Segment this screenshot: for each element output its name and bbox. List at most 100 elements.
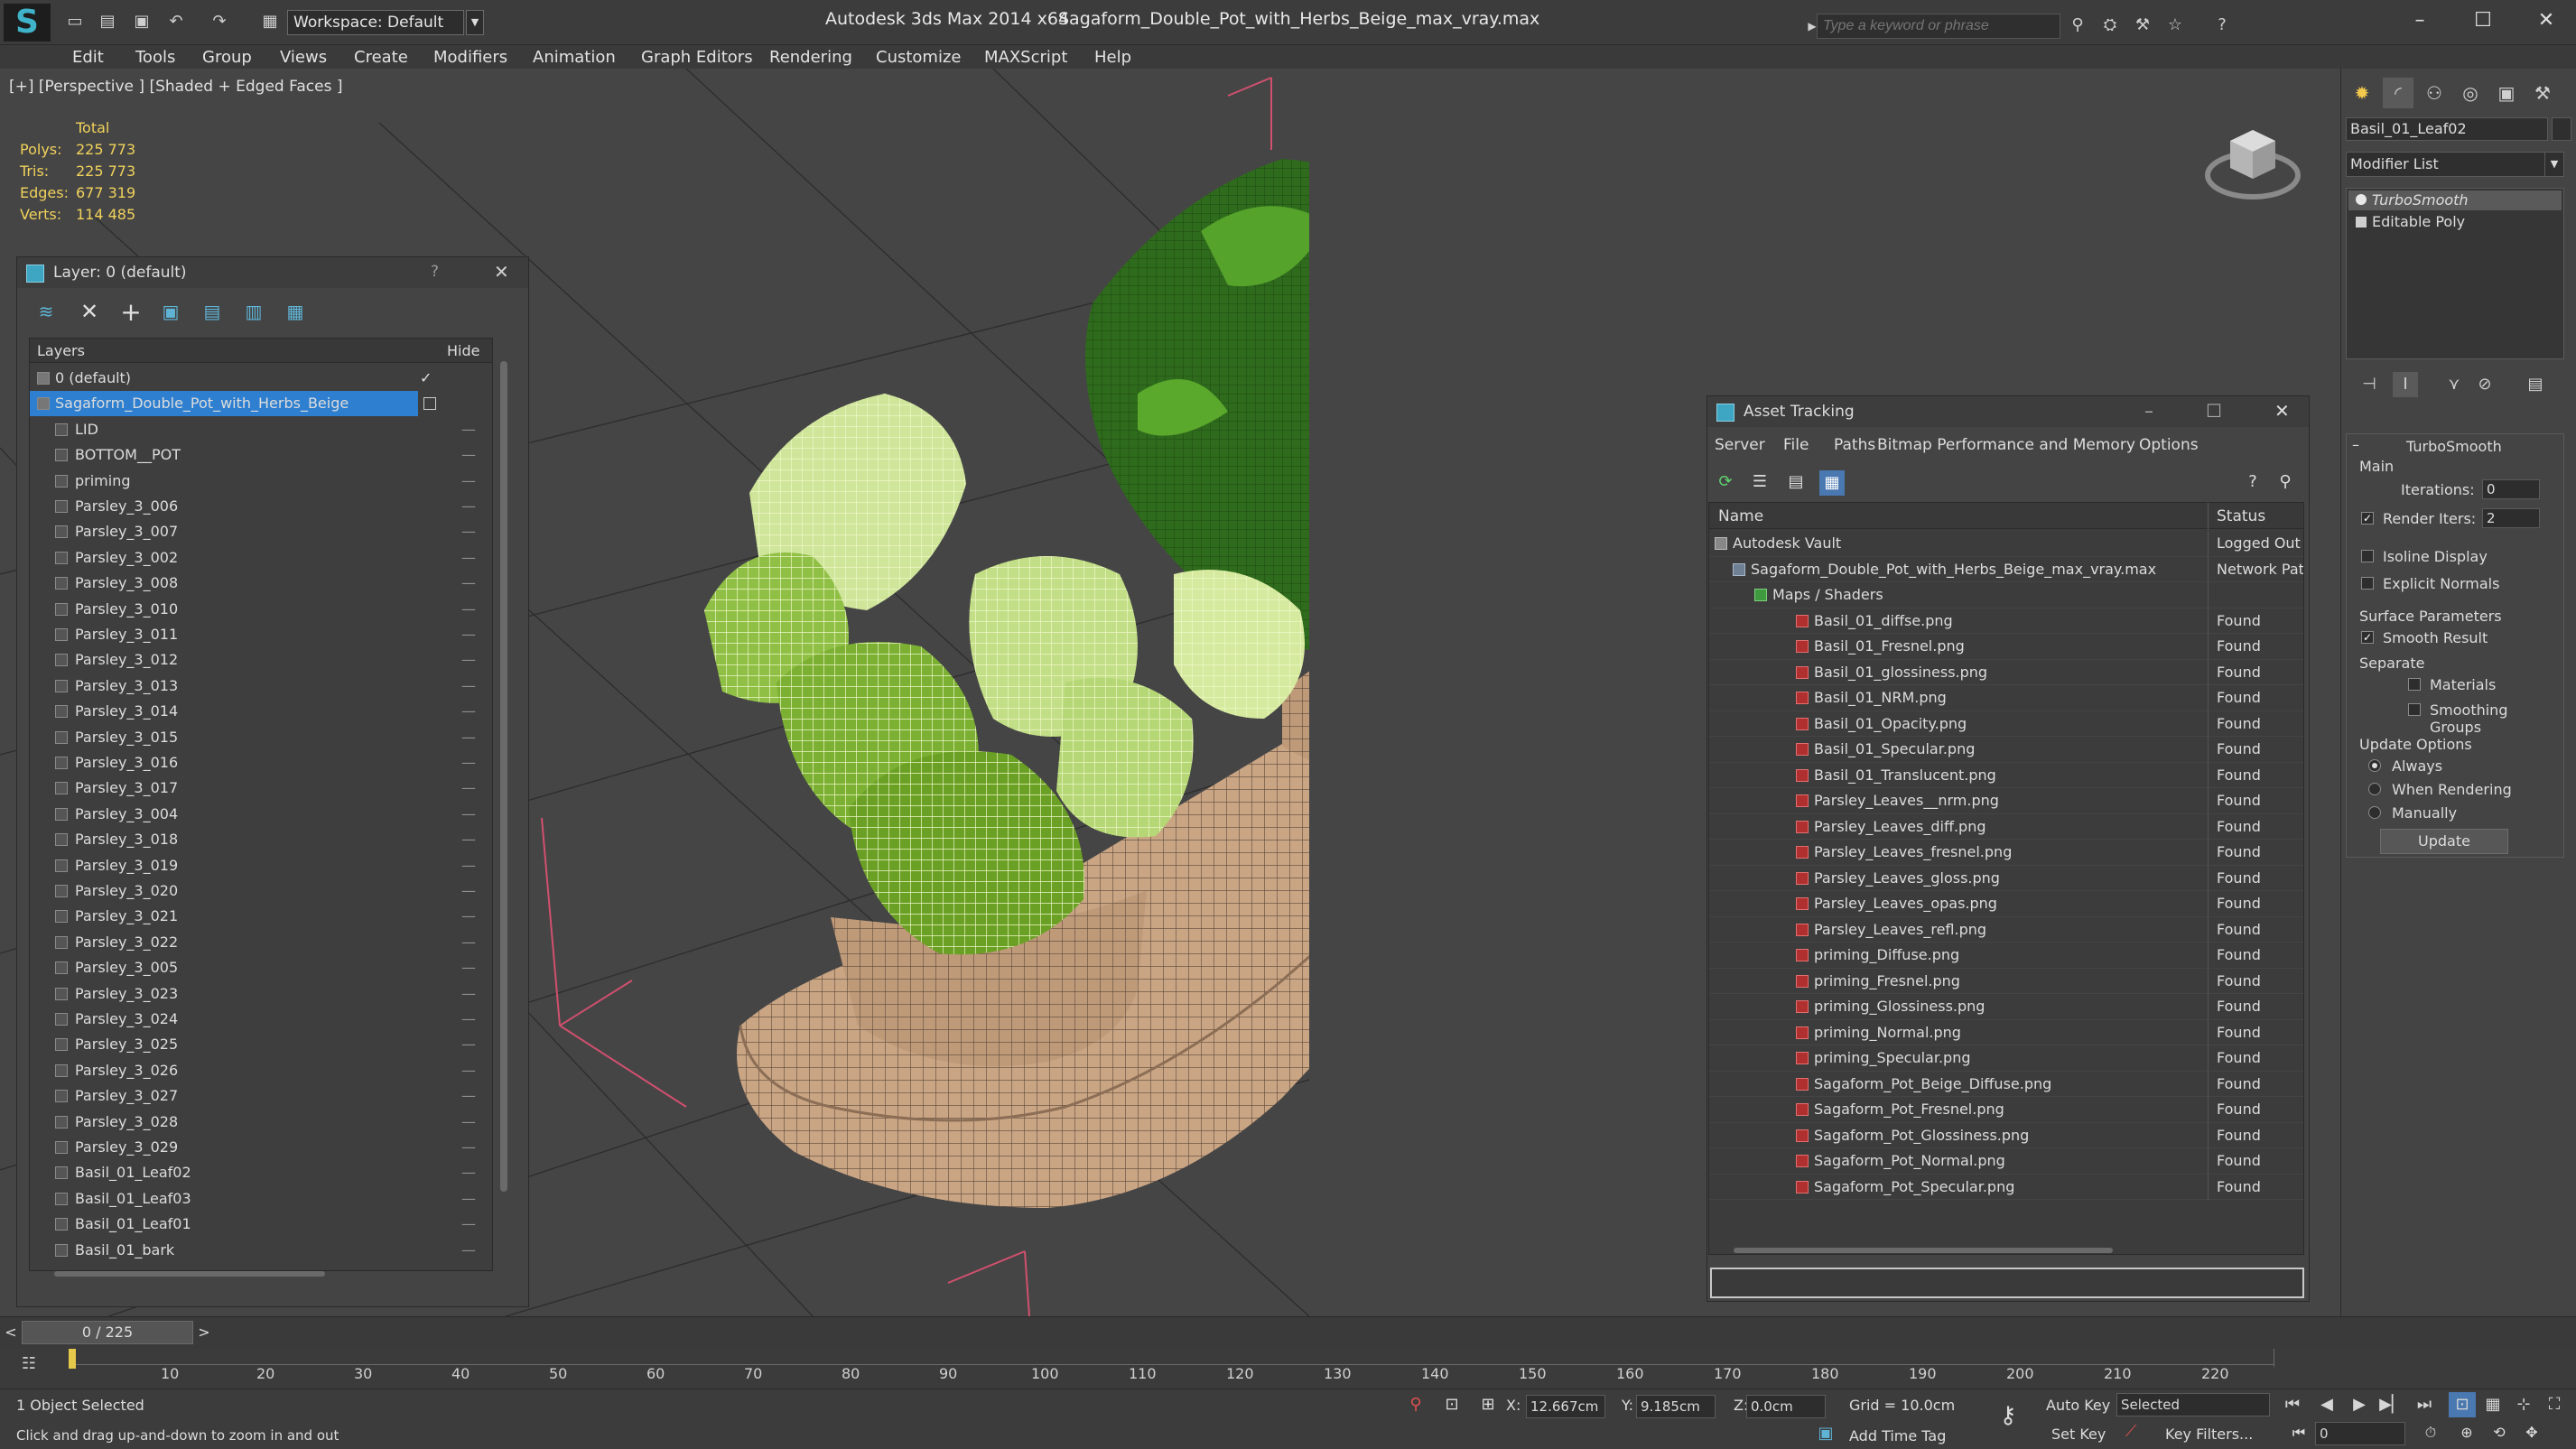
- current-layer-checkbox[interactable]: [423, 397, 436, 411]
- menu-modifiers[interactable]: Modifiers: [433, 48, 507, 67]
- layer-hide-toggle[interactable]: —: [461, 1135, 476, 1160]
- menu-bitmap-performance[interactable]: Bitmap Performance and Memory: [1877, 436, 2135, 454]
- layer-row[interactable]: Parsley_3_007 —: [30, 519, 492, 544]
- menu-customize[interactable]: Customize: [876, 48, 961, 67]
- explicit-normals-checkbox[interactable]: [2361, 577, 2374, 590]
- open-file-icon[interactable]: ▤: [96, 11, 119, 33]
- rollout-title[interactable]: TurboSmooth: [2406, 438, 2502, 455]
- help-icon[interactable]: ?: [431, 263, 439, 281]
- key-filter-icon[interactable]: ⟋: [2120, 1422, 2142, 1444]
- layer-hide-toggle[interactable]: —: [461, 673, 476, 699]
- search-input[interactable]: [1817, 14, 2060, 39]
- layer-row[interactable]: Parsley_3_002 —: [30, 545, 492, 571]
- menu-group[interactable]: Group: [202, 48, 252, 67]
- layer-hide-toggle[interactable]: —: [461, 878, 476, 904]
- layer-row[interactable]: Parsley_3_023 —: [30, 981, 492, 1007]
- help-icon[interactable]: ?: [2242, 472, 2264, 494]
- table-view-icon[interactable]: ▦: [1819, 470, 1845, 496]
- layer-row[interactable]: Parsley_3_022 —: [30, 930, 492, 955]
- asset-row[interactable]: Autodesk Vault Logged Out: [1709, 531, 2303, 557]
- asset-table[interactable]: Autodesk Vault Logged Out Sagaform_Double_…: [1708, 502, 2304, 1255]
- utilities-tab-icon[interactable]: ⚒: [2527, 78, 2558, 108]
- layer-hide-toggle[interactable]: —: [461, 571, 476, 596]
- hide-all-icon[interactable]: ▥: [243, 301, 265, 322]
- track-ruler[interactable]: [70, 1351, 2274, 1365]
- layer-row[interactable]: BOTTOM__POT —: [30, 442, 492, 468]
- layer-dialog-title[interactable]: Layer: 0 (default): [17, 257, 528, 288]
- menu-paths[interactable]: Paths: [1834, 436, 1875, 454]
- goto-end-icon[interactable]: ⏭: [2411, 1392, 2438, 1417]
- layer-row[interactable]: Parsley_3_016 —: [30, 750, 492, 776]
- layer-row[interactable]: Parsley_3_004 —: [30, 802, 492, 827]
- chevron-down-icon[interactable]: ▼: [2544, 152, 2564, 177]
- layer-hide-toggle[interactable]: —: [461, 647, 476, 673]
- layer-row[interactable]: Basil_01_Leaf03 —: [30, 1186, 492, 1212]
- workspace-dropdown[interactable]: Workspace: Default: [287, 10, 464, 35]
- layer-row[interactable]: Basil_01_Leaf01 —: [30, 1212, 492, 1237]
- layer-hide-toggle[interactable]: —: [461, 955, 476, 980]
- app-logo-icon[interactable]: S: [4, 4, 51, 42]
- show-end-result-icon[interactable]: Ⅰ: [2393, 372, 2418, 397]
- minimize-icon[interactable]: –: [2402, 5, 2438, 36]
- redo-icon[interactable]: ↷: [208, 11, 231, 33]
- layer-row[interactable]: Parsley_3_021 —: [30, 904, 492, 929]
- zoom-all-icon[interactable]: ▦: [2479, 1392, 2506, 1417]
- project-folder-icon[interactable]: ▦: [258, 11, 282, 33]
- new-file-icon[interactable]: ▭: [63, 11, 87, 33]
- layer-row[interactable]: Parsley_3_012 —: [30, 647, 492, 673]
- motion-tab-icon[interactable]: ◎: [2455, 78, 2486, 108]
- object-color-swatch[interactable]: [2552, 117, 2571, 141]
- pan-icon[interactable]: ✥: [2521, 1424, 2543, 1445]
- layer-hide-toggle[interactable]: —: [461, 725, 476, 750]
- asset-row[interactable]: priming_Diffuse.png Found: [1709, 943, 2303, 969]
- binoculars-icon[interactable]: ⚲: [2066, 14, 2089, 36]
- make-unique-icon[interactable]: ⋎: [2441, 372, 2467, 397]
- smoothing-groups-checkbox[interactable]: [2408, 703, 2421, 716]
- prev-frame-icon[interactable]: ◀: [2313, 1392, 2340, 1417]
- menu-animation[interactable]: Animation: [533, 48, 616, 67]
- new-layer-icon[interactable]: ≋: [35, 301, 57, 322]
- undo-icon[interactable]: ↶: [164, 11, 188, 33]
- always-radio[interactable]: [2368, 759, 2381, 772]
- save-file-icon[interactable]: ▣: [130, 11, 153, 33]
- refresh-icon[interactable]: ⟳: [1715, 472, 1736, 494]
- menu-rendering[interactable]: Rendering: [769, 48, 852, 67]
- select-layer-icon[interactable]: ▣: [160, 301, 181, 322]
- track-bar[interactable]: ☷ 10 20 30 40 50 60 70 80 90 100 110 120…: [0, 1349, 2576, 1389]
- when-rendering-radio[interactable]: [2368, 783, 2381, 795]
- pin-icon[interactable]: ⚲: [2274, 472, 2296, 494]
- asset-row[interactable]: priming_Normal.png Found: [1709, 1019, 2303, 1045]
- pin-stack-icon[interactable]: ⊣: [2357, 372, 2382, 397]
- asset-row[interactable]: priming_Fresnel.png Found: [1709, 968, 2303, 994]
- y-coordinate-field[interactable]: 9.185cm: [1636, 1395, 1716, 1418]
- layer-row[interactable]: Parsley_3_026 —: [30, 1058, 492, 1083]
- key-filters-button[interactable]: Key Filters...: [2165, 1426, 2253, 1443]
- layer-row[interactable]: Parsley_3_017 —: [30, 776, 492, 801]
- asset-row[interactable]: Parsley_Leaves_fresnel.png Found: [1709, 840, 2303, 866]
- layer-hide-toggle[interactable]: —: [461, 1160, 476, 1185]
- hierarchy-tab-icon[interactable]: ⚇: [2419, 78, 2450, 108]
- layer-hide-toggle[interactable]: —: [461, 776, 476, 801]
- render-iters-spinner[interactable]: 2: [2482, 508, 2540, 528]
- layer-row[interactable]: Parsley_3_006 —: [30, 494, 492, 519]
- layer-hide-toggle[interactable]: —: [461, 750, 476, 776]
- asset-row[interactable]: Basil_01_glossiness.png Found: [1709, 659, 2303, 685]
- zoom-icon[interactable]: ⊕: [2456, 1424, 2478, 1445]
- layer-row[interactable]: Parsley_3_028 —: [30, 1110, 492, 1135]
- asset-row[interactable]: Basil_01_Translucent.png Found: [1709, 762, 2303, 788]
- absolute-mode-icon[interactable]: ⊞: [1477, 1395, 1499, 1416]
- col-layers[interactable]: Layers: [37, 342, 85, 359]
- layer-row[interactable]: Parsley_3_011 —: [30, 622, 492, 647]
- stack-item-turbosmooth[interactable]: TurboSmooth: [2348, 190, 2562, 210]
- chevron-down-icon[interactable]: ▼: [466, 10, 484, 35]
- detail-view-icon[interactable]: ▤: [1785, 472, 1807, 494]
- next-frame-icon[interactable]: ▶▏: [2378, 1392, 2405, 1417]
- layer-row[interactable]: Parsley_3_029 —: [30, 1135, 492, 1160]
- menu-file[interactable]: File: [1783, 436, 1809, 454]
- menu-options[interactable]: Options: [2139, 436, 2199, 454]
- rollout-collapse-icon[interactable]: –: [2352, 436, 2359, 453]
- zoom-extents-icon[interactable]: ⊡: [2449, 1392, 2476, 1417]
- menu-server[interactable]: Server: [1715, 436, 1765, 454]
- layer-row[interactable]: priming —: [30, 469, 492, 494]
- communication-icon[interactable]: ⚒: [2131, 14, 2154, 36]
